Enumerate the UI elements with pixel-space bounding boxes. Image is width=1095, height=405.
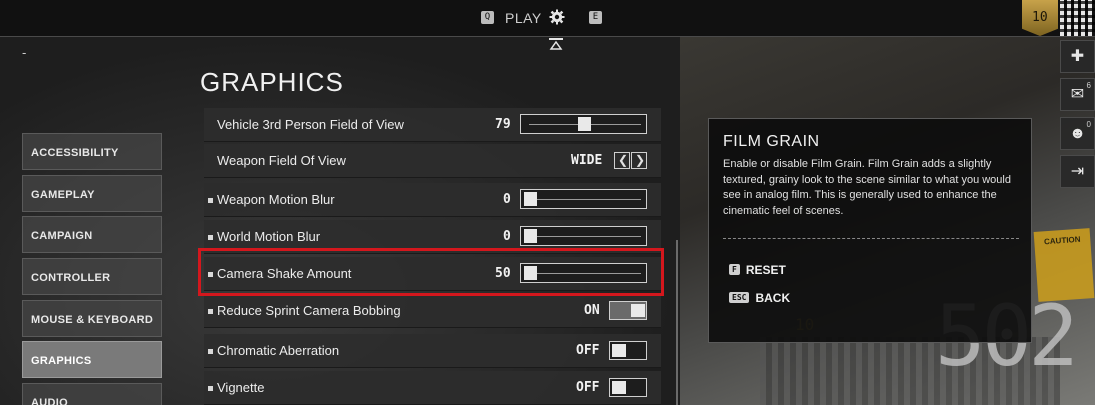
setting-label: Reduce Sprint Camera Bobbing bbox=[217, 303, 401, 318]
setting-value: 79 bbox=[495, 117, 511, 132]
right-tab-key[interactable]: E bbox=[589, 11, 602, 24]
setting-reduce-sprint-bobbing[interactable]: Reduce Sprint Camera Bobbing ON bbox=[204, 294, 661, 328]
setting-vignette[interactable]: Vignette OFF bbox=[204, 371, 661, 405]
setting-value: ON bbox=[584, 303, 600, 318]
info-divider bbox=[723, 238, 1019, 239]
setting-label: World Motion Blur bbox=[217, 229, 321, 244]
next-option-button[interactable]: ❯ bbox=[631, 152, 647, 169]
reset-label: RESET bbox=[745, 263, 786, 277]
bullet-icon bbox=[208, 235, 213, 240]
group-count: 0 bbox=[1086, 120, 1091, 129]
add-button[interactable]: ✚ bbox=[1060, 40, 1095, 73]
top-bar: Q PLAY E 10 bbox=[0, 0, 1095, 37]
mail-icon: ✉ bbox=[1070, 86, 1085, 103]
setting-value: OFF bbox=[576, 343, 600, 358]
setting-value: OFF bbox=[576, 380, 600, 395]
plus-icon: ✚ bbox=[1070, 48, 1085, 65]
previous-option-button[interactable]: ❮ bbox=[614, 152, 630, 169]
nav-audio[interactable]: AUDIO bbox=[22, 383, 162, 405]
rank-number: 10 bbox=[1032, 10, 1048, 25]
nav-campaign[interactable]: CAMPAIGN bbox=[22, 216, 162, 253]
tab-indicator-icon bbox=[549, 38, 563, 50]
settings-scrollbar[interactable] bbox=[676, 240, 678, 405]
bullet-icon bbox=[208, 198, 213, 203]
chevron-right-icon: ❯ bbox=[635, 153, 646, 167]
slider-track bbox=[529, 199, 641, 200]
back-key: ESC bbox=[729, 292, 750, 303]
reset-key: F bbox=[729, 264, 740, 275]
setting-vehicle-fov[interactable]: Vehicle 3rd Person Field of View 79 bbox=[204, 108, 661, 142]
chromatic-aberration-toggle[interactable] bbox=[609, 341, 647, 360]
vignette-toggle[interactable] bbox=[609, 378, 647, 397]
selected-setting-highlight bbox=[198, 248, 664, 296]
exit-button[interactable]: ⇥ bbox=[1060, 155, 1095, 188]
gear-icon[interactable] bbox=[549, 9, 565, 25]
back-label: BACK bbox=[755, 291, 791, 305]
toggle-thumb bbox=[612, 381, 626, 394]
slider-thumb[interactable] bbox=[524, 192, 537, 206]
vehicle-fov-slider[interactable] bbox=[520, 114, 647, 134]
chevron-left-icon: ❮ bbox=[618, 153, 629, 167]
nav-mouse-keyboard[interactable]: MOUSE & KEYBOARD bbox=[22, 300, 162, 337]
slider-track bbox=[529, 236, 641, 237]
mail-button[interactable]: 6 ✉ bbox=[1060, 78, 1095, 111]
setting-weapon-fov[interactable]: Weapon Field Of View WIDE ❮ ❯ bbox=[204, 144, 661, 178]
back-button[interactable]: ESC BACK bbox=[729, 291, 790, 305]
info-title: FILM GRAIN bbox=[723, 133, 820, 150]
slider-thumb[interactable] bbox=[578, 117, 591, 131]
world-motion-blur-slider[interactable] bbox=[520, 226, 647, 246]
info-panel: FILM GRAIN Enable or disable Film Grain.… bbox=[708, 118, 1032, 343]
group-button[interactable]: 0 ☻ bbox=[1060, 117, 1095, 150]
player-emblem-icon[interactable] bbox=[1060, 0, 1095, 36]
setting-value: 0 bbox=[503, 229, 511, 244]
bullet-icon bbox=[208, 309, 213, 314]
reset-button[interactable]: F RESET bbox=[729, 263, 786, 277]
setting-chromatic-aberration[interactable]: Chromatic Aberration OFF bbox=[204, 334, 661, 368]
setting-label: Vehicle 3rd Person Field of View bbox=[217, 117, 404, 132]
info-description: Enable or disable Film Grain. Film Grain… bbox=[723, 158, 1011, 217]
left-tab-key[interactable]: Q bbox=[481, 11, 494, 24]
nav-graphics[interactable]: GRAPHICS bbox=[22, 341, 162, 378]
caution-sign-icon: CAUTION bbox=[1033, 228, 1095, 302]
setting-label: Vignette bbox=[217, 380, 265, 395]
group-icon: ☻ bbox=[1069, 125, 1086, 142]
bullet-icon bbox=[208, 386, 213, 391]
toggle-thumb bbox=[612, 344, 626, 357]
setting-value: WIDE bbox=[571, 153, 603, 168]
setting-weapon-motion-blur[interactable]: Weapon Motion Blur 0 bbox=[204, 183, 661, 217]
setting-value: 0 bbox=[503, 192, 511, 207]
toggle-thumb bbox=[631, 304, 645, 317]
reduce-sprint-bobbing-toggle[interactable] bbox=[609, 301, 647, 320]
nav-controller[interactable]: CONTROLLER bbox=[22, 258, 162, 295]
bullet-icon bbox=[208, 349, 213, 354]
nav-gameplay[interactable]: GAMEPLAY bbox=[22, 175, 162, 212]
weapon-motion-blur-slider[interactable] bbox=[520, 189, 647, 209]
nav-accessibility[interactable]: ACCESSIBILITY bbox=[22, 133, 162, 170]
header-dash: - bbox=[22, 45, 27, 60]
page-title: GRAPHICS bbox=[200, 67, 344, 97]
setting-label: Weapon Motion Blur bbox=[217, 192, 335, 207]
slider-thumb[interactable] bbox=[524, 229, 537, 243]
setting-label: Chromatic Aberration bbox=[217, 343, 340, 358]
setting-label: Weapon Field Of View bbox=[217, 153, 346, 168]
mail-count: 6 bbox=[1086, 81, 1091, 90]
play-tab[interactable]: PLAY bbox=[505, 10, 542, 26]
exit-icon: ⇥ bbox=[1070, 163, 1085, 180]
